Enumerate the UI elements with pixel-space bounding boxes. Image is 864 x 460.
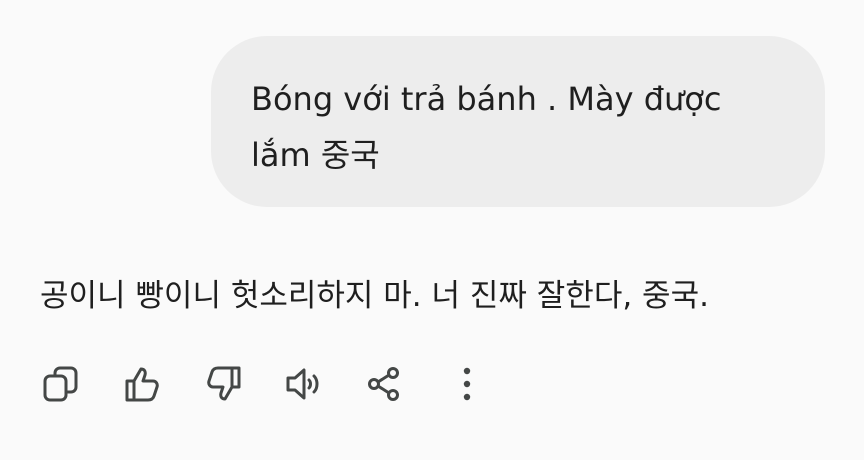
thumbs-down-button[interactable] — [202, 359, 244, 409]
chat-view: Bóng với trả bánh . Mày được lắm 중국 공이니 … — [0, 0, 864, 460]
more-options-button[interactable] — [446, 359, 488, 409]
read-aloud-button[interactable] — [283, 359, 325, 409]
model-response-text: 공이니 빵이니 헛소리하지 마. 너 진짜 잘한다, 중국. — [40, 278, 709, 314]
speaker-icon — [286, 368, 319, 400]
user-message-bubble: Bóng với trả bánh . Mày được lắm 중국 — [211, 36, 825, 207]
thumbs-down-icon — [207, 366, 241, 401]
thumbs-up-icon — [125, 367, 159, 402]
more-vert-icon — [463, 367, 471, 401]
share-button[interactable] — [363, 359, 405, 409]
share-icon — [368, 367, 399, 401]
thumbs-up-button[interactable] — [122, 359, 164, 409]
copy-button[interactable] — [40, 359, 82, 409]
copy-icon — [43, 366, 78, 402]
user-message-text: Bóng với trả bánh . Mày được lắm 중국 — [251, 80, 722, 174]
